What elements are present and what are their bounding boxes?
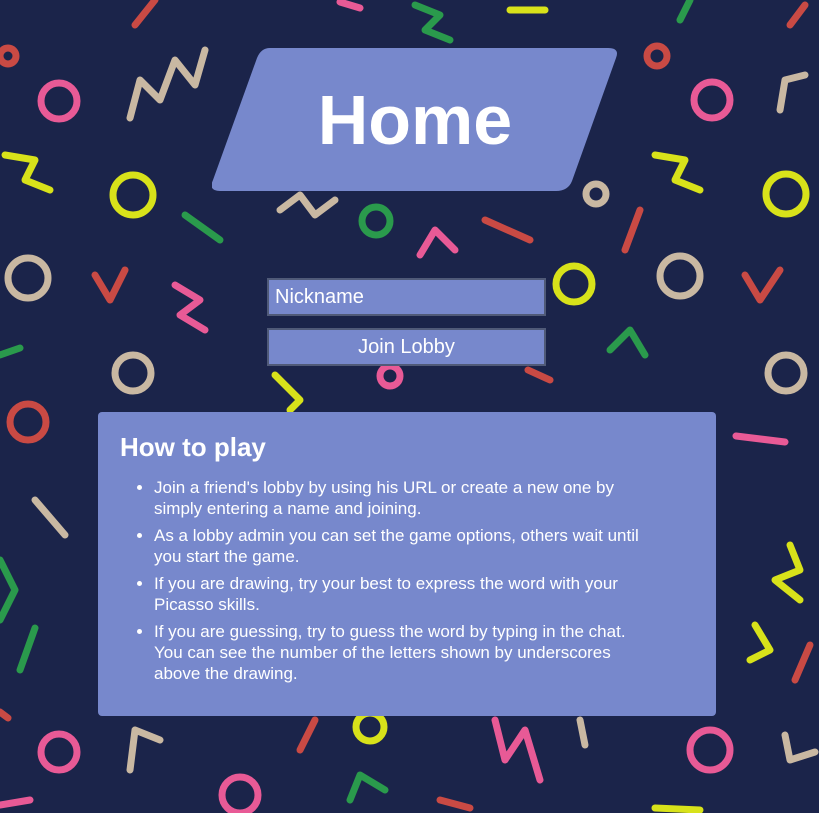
bg-zigzag <box>276 191 339 219</box>
bg-line <box>0 796 34 809</box>
bg-line <box>181 211 224 244</box>
bg-circle <box>6 400 50 444</box>
bg-line <box>0 344 24 359</box>
bg-line <box>732 432 789 446</box>
bg-zigzag <box>741 266 784 304</box>
bg-circle <box>762 170 810 218</box>
bg-line <box>0 708 12 722</box>
bg-zigzag <box>411 1 454 44</box>
instruction-item: As a lobby admin you can set the game op… <box>154 525 694 567</box>
bg-circle <box>352 709 388 745</box>
bg-zigzag <box>651 151 704 194</box>
bg-line <box>576 716 589 749</box>
bg-circle <box>552 262 596 306</box>
bg-circle <box>37 79 81 123</box>
title-banner: Home <box>212 48 618 191</box>
bg-zigzag <box>1 151 54 194</box>
bg-zigzag <box>271 371 304 414</box>
bg-zigzag <box>781 731 819 764</box>
bg-circle <box>218 773 262 813</box>
bg-zigzag <box>126 726 164 774</box>
bg-circle <box>4 254 52 302</box>
bg-zigzag <box>126 46 209 122</box>
bg-circle <box>0 44 20 68</box>
bg-line <box>676 0 694 24</box>
instructions-list: Join a friend's lobby by using his URL o… <box>120 477 694 684</box>
bg-line <box>786 1 809 29</box>
bg-zigzag <box>346 771 389 804</box>
bg-zigzag <box>746 621 774 664</box>
bg-circle <box>109 171 157 219</box>
bg-line <box>296 716 319 754</box>
page-title: Home <box>317 80 513 159</box>
bg-circle <box>764 351 808 395</box>
bg-circle <box>111 351 155 395</box>
bg-zigzag <box>0 556 19 624</box>
instruction-item: Join a friend's lobby by using his URL o… <box>154 477 694 519</box>
join-lobby-button[interactable]: Join Lobby <box>267 328 546 366</box>
bg-circle <box>686 726 734 774</box>
bg-zigzag <box>606 326 649 359</box>
how-to-play-title: How to play <box>120 432 266 462</box>
bg-line <box>131 0 159 29</box>
bg-line <box>481 216 534 244</box>
bg-zigzag <box>91 266 129 304</box>
bg-circle <box>376 362 404 390</box>
bg-line <box>16 624 39 674</box>
bg-line <box>524 366 554 384</box>
bg-zigzag <box>491 716 544 784</box>
bg-zigzag <box>416 226 459 259</box>
instruction-item: If you are guessing, try to guess the wo… <box>154 621 694 684</box>
bg-circle <box>358 203 394 239</box>
bg-line <box>651 804 704 813</box>
bg-line <box>621 206 644 254</box>
nickname-input[interactable] <box>267 278 546 316</box>
bg-line <box>336 0 364 12</box>
instruction-item: If you are drawing, try your best to exp… <box>154 573 694 615</box>
bg-circle <box>37 730 81 774</box>
bg-line <box>31 496 69 539</box>
bg-zigzag <box>171 281 209 334</box>
bg-circle <box>690 78 734 122</box>
bg-circle <box>643 42 671 70</box>
bg-zigzag <box>776 71 809 114</box>
how-to-play-panel: How to play Join a friend's lobby by usi… <box>98 412 716 716</box>
bg-line <box>436 796 474 812</box>
bg-zigzag <box>771 541 804 604</box>
bg-line <box>791 641 814 684</box>
bg-circle <box>656 252 704 300</box>
